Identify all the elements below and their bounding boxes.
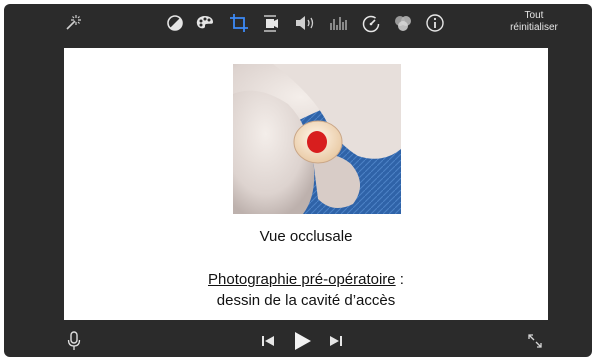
microphone-icon[interactable] <box>66 330 82 352</box>
color-palette-icon[interactable] <box>194 12 216 34</box>
clinical-photo <box>233 64 401 214</box>
stabilization-icon[interactable] <box>260 12 282 34</box>
equalizer-icon[interactable] <box>328 12 350 34</box>
reset-all-button[interactable]: Tout réinitialiser <box>500 10 568 34</box>
speed-icon[interactable] <box>360 12 382 34</box>
fullscreen-icon[interactable] <box>526 332 544 350</box>
caption-line2: dessin de la cavité d’accès <box>216 292 396 309</box>
play-icon[interactable] <box>291 330 313 352</box>
color-balance-icon[interactable] <box>164 12 186 34</box>
video-editor-window: Tout réinitialiser Vue occlusale Photogr… <box>4 4 592 357</box>
reset-label-line1: Tout <box>524 10 544 21</box>
adjustment-toolbar: Tout réinitialiser <box>4 4 592 44</box>
photo-caption: Photographie pré-opératoire : dessin de … <box>64 269 548 311</box>
reset-label-line2: réinitialiser <box>510 22 558 33</box>
crop-icon[interactable] <box>228 12 250 34</box>
info-icon[interactable] <box>424 12 446 34</box>
filters-icon[interactable] <box>392 12 414 34</box>
video-viewer: Vue occlusale Photographie pré-opératoir… <box>64 48 548 320</box>
access-cavity-mark <box>307 131 327 153</box>
caption-underlined-title: Photographie pré-opératoire <box>208 271 396 288</box>
skip-back-icon[interactable] <box>260 334 276 348</box>
magic-wand-icon[interactable] <box>62 12 84 34</box>
skip-forward-icon[interactable] <box>328 334 344 348</box>
view-caption: Vue occlusale <box>259 228 353 245</box>
volume-icon[interactable] <box>294 12 316 34</box>
caption-colon: : <box>395 271 404 288</box>
playback-bar <box>4 322 592 357</box>
